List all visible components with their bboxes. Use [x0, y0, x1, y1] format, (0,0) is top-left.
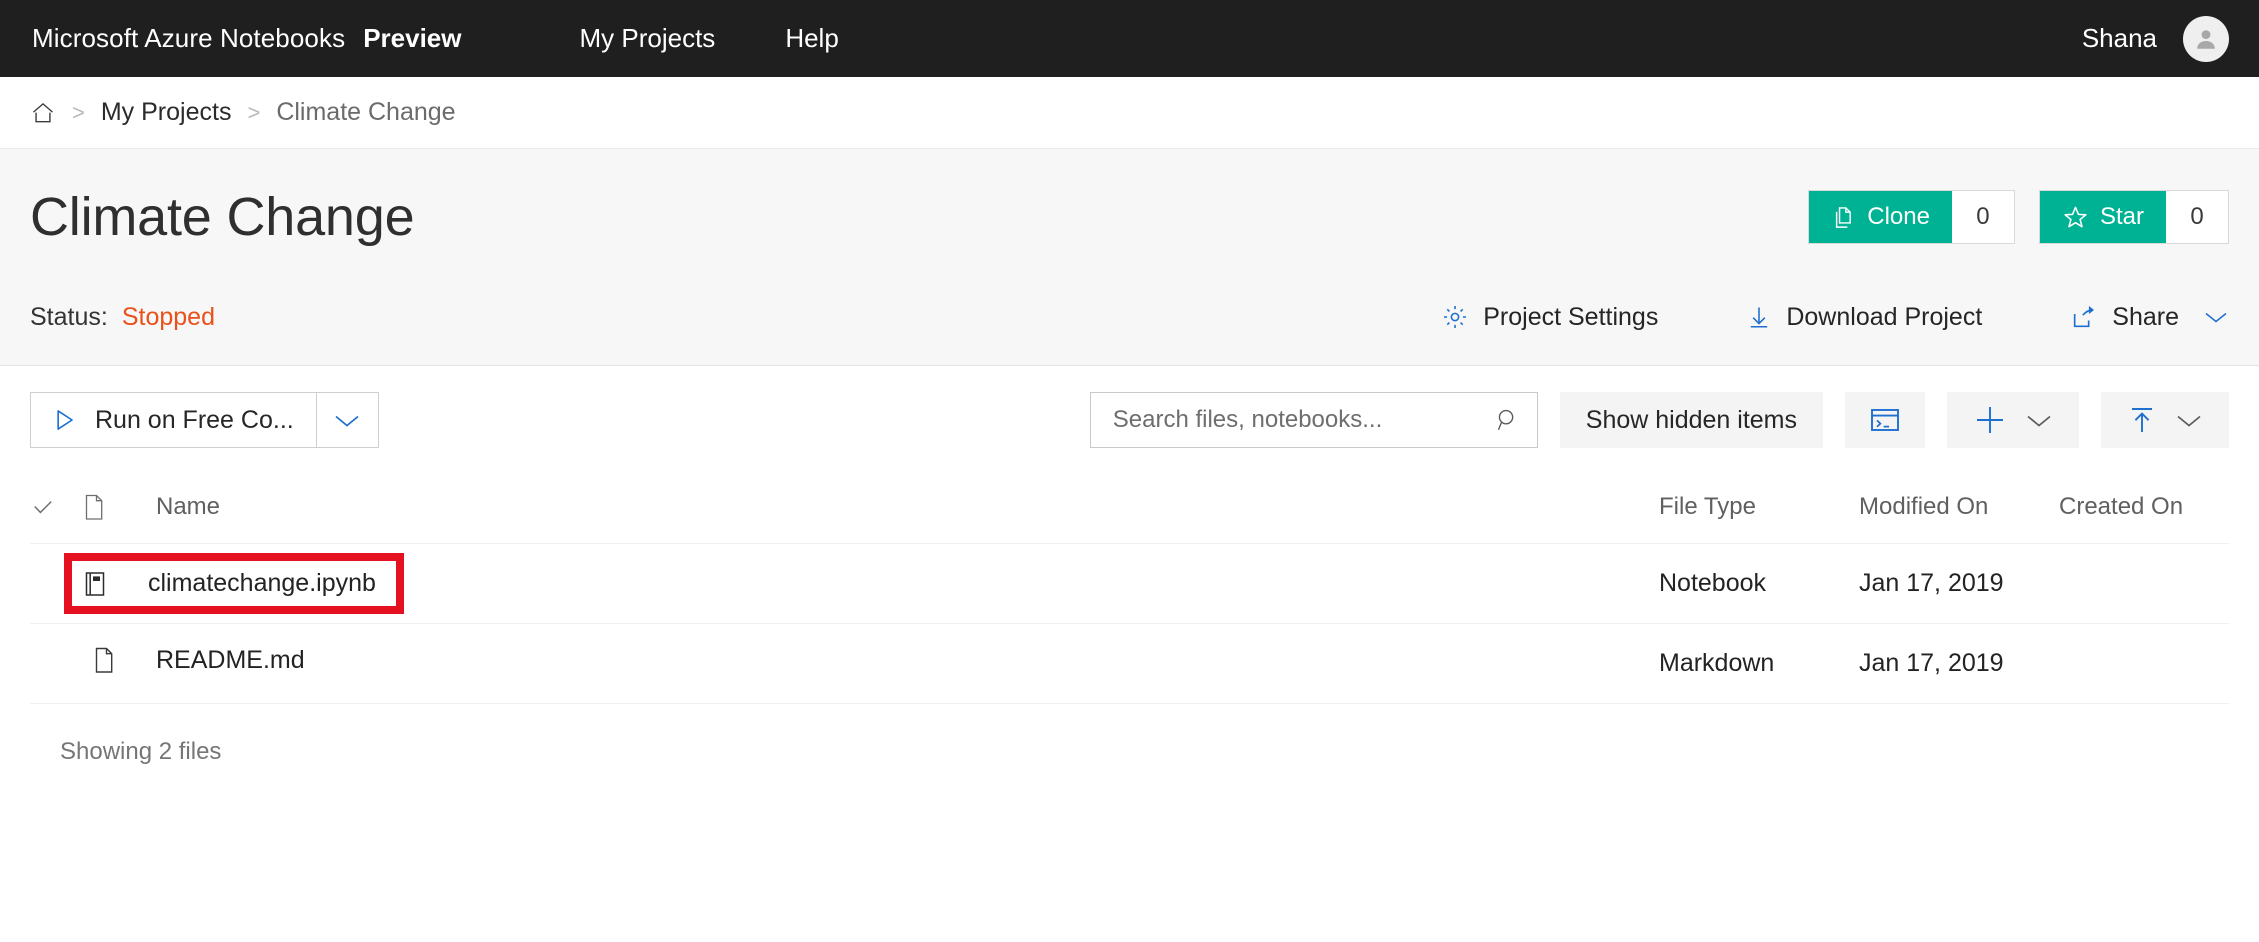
clone-button-label: Clone	[1867, 203, 1930, 231]
upload-icon	[2127, 404, 2157, 436]
status-badge: Stopped	[122, 303, 215, 332]
plus-icon	[1973, 403, 2007, 437]
column-header-name[interactable]: Name	[134, 493, 1659, 521]
preview-badge: Preview	[363, 23, 461, 54]
column-header-name-label: Name	[156, 493, 220, 520]
top-navigation-bar: Microsoft Azure Notebooks Preview My Pro…	[0, 0, 2259, 77]
project-title-row: Climate Change Clone 0 Star 0	[30, 149, 2229, 269]
person-icon	[2193, 26, 2219, 52]
highlight-annotation-box: climatechange.ipynb	[72, 561, 396, 606]
column-header-file-type[interactable]: File Type	[1659, 493, 1859, 521]
search-icon[interactable]	[1495, 407, 1521, 433]
file-name-label[interactable]: README.md	[156, 646, 305, 675]
nav-link-help[interactable]: Help	[785, 23, 838, 54]
file-count-footer: Showing 2 files	[30, 704, 2229, 766]
new-item-button[interactable]	[1947, 392, 2079, 448]
row-name-cell[interactable]: climatechange.ipynb	[82, 561, 1659, 606]
star-button[interactable]: Star	[2040, 191, 2166, 243]
app-brand-title[interactable]: Microsoft Azure Notebooks	[32, 23, 345, 54]
file-icon	[82, 493, 106, 521]
show-hidden-items-label: Show hidden items	[1586, 406, 1797, 435]
notebook-icon	[82, 570, 108, 598]
home-icon	[30, 100, 56, 126]
download-arrow-icon	[1746, 303, 1772, 331]
copy-icon	[1831, 205, 1856, 230]
table-header-row: Name File Type Modified On Created On	[30, 470, 2229, 544]
file-toolbar: Run on Free Co... Show hidden items	[0, 366, 2259, 470]
open-terminal-button[interactable]	[1845, 392, 1925, 448]
file-type-column-icon[interactable]	[82, 493, 134, 521]
star-split-button: Star 0	[2039, 190, 2229, 244]
project-status-row: Status: Stopped Project Settings Downloa…	[30, 269, 2229, 365]
search-input[interactable]	[1111, 405, 1495, 435]
terminal-icon	[1869, 406, 1901, 434]
download-project-label: Download Project	[1786, 303, 1982, 332]
row-name-cell[interactable]: README.md	[82, 646, 1659, 682]
avatar[interactable]	[2183, 16, 2229, 62]
page-title: Climate Change	[30, 190, 414, 244]
row-modified-on: Jan 17, 2019	[1859, 569, 2059, 598]
column-header-modified-on[interactable]: Modified On	[1859, 493, 2059, 521]
checkmark-icon	[30, 494, 56, 520]
upload-button[interactable]	[2101, 392, 2229, 448]
user-name-label[interactable]: Shana	[2082, 23, 2157, 54]
select-all-checkbox[interactable]	[30, 494, 82, 520]
breadcrumb-home-link[interactable]	[30, 100, 56, 126]
breadcrumb-separator-2: >	[247, 100, 260, 126]
project-settings-action[interactable]: Project Settings	[1441, 303, 1658, 332]
clone-button[interactable]: Clone	[1809, 191, 1952, 243]
play-icon	[51, 407, 77, 433]
clone-count[interactable]: 0	[1952, 191, 2014, 243]
star-button-label: Star	[2100, 203, 2144, 231]
file-list-table: Name File Type Modified On Created On cl…	[0, 470, 2259, 766]
table-row[interactable]: README.md Markdown Jan 17, 2019	[30, 624, 2229, 704]
status-label: Status:	[30, 303, 108, 332]
table-row[interactable]: climatechange.ipynb Notebook Jan 17, 201…	[30, 544, 2229, 624]
download-project-action[interactable]: Download Project	[1746, 303, 1982, 332]
chevron-down-icon	[2203, 309, 2229, 325]
row-file-type: Markdown	[1659, 649, 1859, 678]
project-settings-label: Project Settings	[1483, 303, 1658, 332]
share-action[interactable]: Share	[2070, 303, 2229, 332]
run-button-label: Run on Free Co...	[95, 406, 294, 435]
file-icon	[92, 646, 116, 674]
row-modified-on: Jan 17, 2019	[1859, 649, 2059, 678]
share-icon	[2070, 303, 2098, 331]
run-on-free-compute-button[interactable]: Run on Free Co...	[31, 393, 316, 447]
show-hidden-items-button[interactable]: Show hidden items	[1560, 392, 1823, 448]
breadcrumb-item-my-projects[interactable]: My Projects	[101, 98, 232, 127]
breadcrumb-item-climate-change: Climate Change	[276, 98, 455, 127]
file-name-label[interactable]: climatechange.ipynb	[148, 569, 376, 598]
clone-split-button: Clone 0	[1808, 190, 2015, 244]
star-icon	[2062, 204, 2089, 231]
chevron-down-icon	[333, 412, 361, 429]
share-label: Share	[2112, 303, 2179, 332]
gear-icon	[1441, 303, 1469, 331]
breadcrumb-separator-1: >	[72, 100, 85, 126]
chevron-down-icon[interactable]	[2025, 412, 2053, 429]
nav-links: My Projects Help	[580, 23, 909, 54]
column-header-created-on[interactable]: Created On	[2059, 493, 2229, 521]
breadcrumb: > My Projects > Climate Change	[0, 77, 2259, 149]
run-dropdown-toggle[interactable]	[316, 393, 378, 447]
chevron-down-icon[interactable]	[2175, 412, 2203, 429]
nav-link-my-projects[interactable]: My Projects	[580, 23, 716, 54]
row-name-wrapper: README.md	[82, 646, 305, 675]
star-count[interactable]: 0	[2166, 191, 2228, 243]
project-header-panel: Climate Change Clone 0 Star 0	[0, 149, 2259, 366]
run-split-button: Run on Free Co...	[30, 392, 379, 448]
row-file-type: Notebook	[1659, 569, 1859, 598]
search-box	[1090, 392, 1538, 448]
